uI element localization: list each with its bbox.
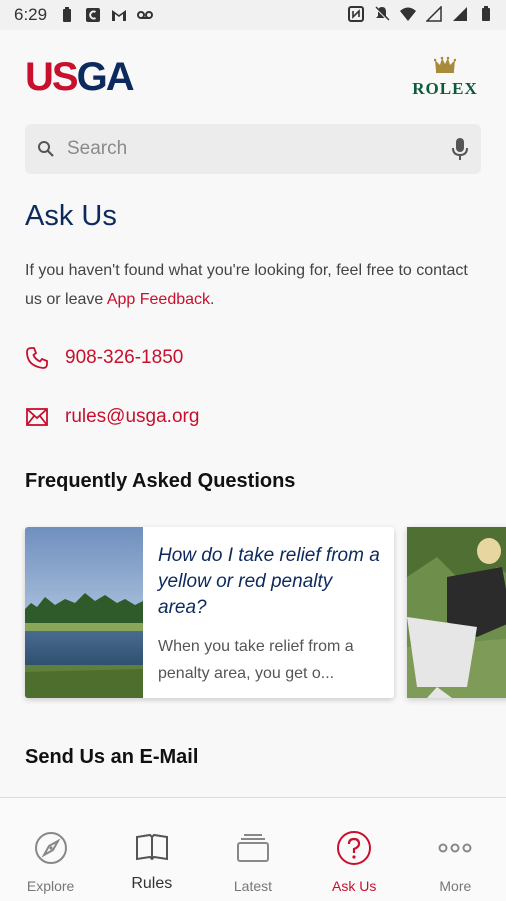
gmail-icon bbox=[112, 10, 127, 21]
nav-latest-label: Latest bbox=[233, 878, 273, 894]
more-icon bbox=[438, 843, 472, 853]
mute-icon bbox=[374, 6, 390, 22]
status-right-icons bbox=[348, 6, 494, 22]
nav-latest[interactable]: Latest bbox=[202, 798, 303, 901]
signal-icon bbox=[426, 6, 442, 22]
intro-end: . bbox=[210, 291, 215, 308]
status-left-icons bbox=[59, 7, 154, 23]
search-input[interactable] bbox=[65, 137, 439, 161]
faq-answer: When you take relief from a penalty area… bbox=[158, 638, 354, 682]
stack-icon bbox=[236, 834, 269, 862]
question-icon bbox=[337, 831, 372, 865]
faq-text: How do I take relief from a yellow or re… bbox=[158, 543, 383, 687]
phone-number: 908-326-1850 bbox=[65, 347, 184, 368]
nav-explore[interactable]: Explore bbox=[0, 798, 101, 901]
mail-icon bbox=[26, 408, 48, 426]
wifi-icon bbox=[400, 7, 416, 21]
faq-card[interactable]: How do I take relief from a yellow or re… bbox=[25, 527, 394, 698]
status-time: 6:29 bbox=[14, 5, 48, 24]
app-feedback-link[interactable]: App Feedback bbox=[107, 291, 210, 308]
faq-card-next[interactable] bbox=[407, 527, 506, 698]
nfc-icon bbox=[348, 6, 364, 22]
nav-rules-label: Rules bbox=[131, 875, 173, 892]
search-icon bbox=[38, 141, 54, 157]
nav-rules[interactable]: Rules bbox=[101, 798, 202, 901]
app-header: USGA ROLEX bbox=[0, 30, 506, 120]
send-email-heading: Send Us an E-Mail bbox=[25, 746, 199, 768]
signal-2-icon bbox=[453, 7, 467, 21]
intro-body: If you haven't found what you're looking… bbox=[25, 262, 468, 308]
logo-ga-text: GA bbox=[76, 55, 135, 99]
crown-icon bbox=[433, 56, 457, 73]
voicemail-icon bbox=[137, 11, 154, 19]
nav-explore-label: Explore bbox=[26, 878, 75, 894]
c-app-icon bbox=[86, 8, 101, 22]
logo-us-text: US bbox=[25, 55, 79, 99]
compass-icon bbox=[34, 832, 67, 864]
battery-icon bbox=[482, 6, 490, 21]
faq-question: How do I take relief from a yellow or re… bbox=[158, 545, 380, 618]
rolex-logo: ROLEX bbox=[409, 56, 481, 99]
nav-more-label: More bbox=[439, 878, 472, 894]
intro-text: If you haven't found what you're looking… bbox=[25, 256, 475, 314]
faq-image bbox=[25, 527, 143, 698]
rolex-wordmark: ROLEX bbox=[412, 79, 478, 98]
faq-heading: Frequently Asked Questions bbox=[25, 470, 296, 492]
microphone-icon[interactable] bbox=[451, 137, 469, 161]
nav-more[interactable]: More bbox=[405, 798, 506, 901]
bottom-nav: Explore Rules Latest Ask Us More bbox=[0, 797, 506, 901]
status-bar: 6:29 bbox=[0, 0, 506, 30]
nav-ask-us[interactable]: Ask Us bbox=[304, 798, 405, 901]
email-row[interactable]: rules@usga.org bbox=[25, 405, 199, 429]
battery-saver-icon bbox=[63, 7, 72, 22]
golfer-photo bbox=[407, 527, 506, 698]
page-title: Ask Us bbox=[25, 200, 117, 232]
search-bar[interactable] bbox=[25, 124, 481, 174]
nav-ask-us-label: Ask Us bbox=[331, 878, 377, 894]
book-icon bbox=[135, 833, 168, 861]
usga-logo[interactable]: USGA bbox=[25, 55, 135, 99]
email-address: rules@usga.org bbox=[65, 406, 200, 427]
phone-row[interactable]: 908-326-1850 bbox=[25, 346, 183, 370]
phone-icon bbox=[26, 347, 48, 369]
